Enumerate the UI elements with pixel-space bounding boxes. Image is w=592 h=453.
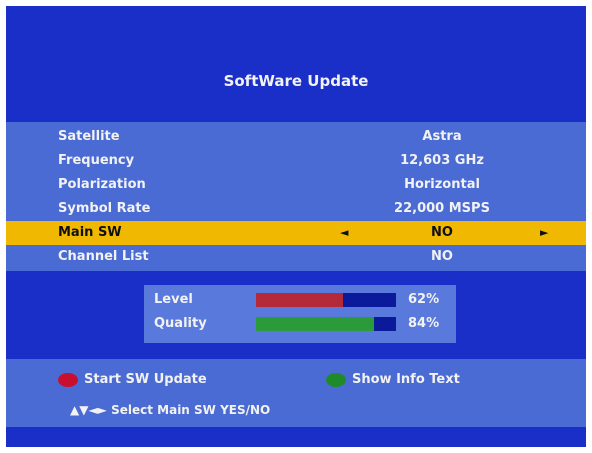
frequency-label: Frequency <box>58 153 135 168</box>
row-symbol-rate[interactable]: Symbol Rate 22,000 MSPS <box>6 197 586 221</box>
tv-screen: SoftWare Update Satellite Astra Frequenc… <box>6 6 586 447</box>
quality-label: Quality <box>154 316 207 331</box>
level-percent: 62% <box>408 292 440 307</box>
help-footer: Start SW Update Show Info Text ▲▼◄► Sele… <box>6 359 586 427</box>
row-satellite[interactable]: Satellite Astra <box>6 125 586 149</box>
settings-panel: Satellite Astra Frequency 12,603 GHz Pol… <box>6 122 586 271</box>
symbol-rate-label: Symbol Rate <box>58 201 151 216</box>
red-button-icon <box>58 373 78 387</box>
level-bar-fill <box>256 293 343 307</box>
main-sw-label: Main SW <box>58 225 122 240</box>
show-info-text-hint: Show Info Text <box>352 372 460 387</box>
row-frequency[interactable]: Frequency 12,603 GHz <box>6 149 586 173</box>
green-button-icon <box>326 373 346 387</box>
level-label: Level <box>154 292 193 307</box>
quality-bar-fill <box>256 317 374 331</box>
page-title: SoftWare Update <box>223 72 369 90</box>
quality-bar <box>256 317 396 331</box>
main-sw-value: NO <box>431 225 453 240</box>
frequency-value: 12,603 GHz <box>400 153 484 168</box>
satellite-label: Satellite <box>58 129 120 144</box>
level-bar <box>256 293 396 307</box>
navigation-hint: ▲▼◄► Select Main SW YES/NO <box>70 403 271 417</box>
signal-panel: Level 62% Quality 84% <box>144 285 456 343</box>
quality-percent: 84% <box>408 316 440 331</box>
start-sw-update-hint: Start SW Update <box>84 372 207 387</box>
channel-list-label: Channel List <box>58 249 149 264</box>
channel-list-value: NO <box>431 249 453 264</box>
arrow-right-icon[interactable]: ► <box>540 226 548 239</box>
row-main-sw[interactable]: Main SW ◄ NO ► <box>6 221 586 245</box>
satellite-value: Astra <box>422 129 462 144</box>
symbol-rate-value: 22,000 MSPS <box>394 201 490 216</box>
polarization-value: Horizontal <box>404 177 480 192</box>
row-channel-list[interactable]: Channel List NO <box>6 245 586 269</box>
row-polarization[interactable]: Polarization Horizontal <box>6 173 586 197</box>
polarization-label: Polarization <box>58 177 146 192</box>
